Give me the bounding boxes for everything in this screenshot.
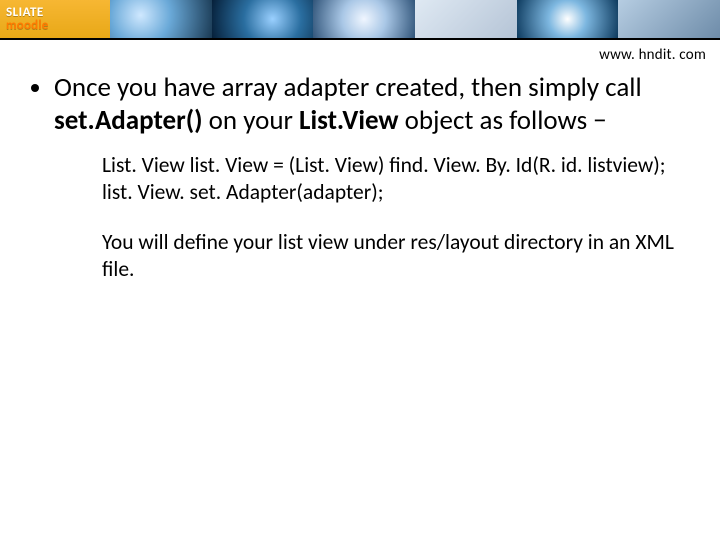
bullet-item: Once you have array adapter created, the… — [54, 72, 692, 138]
logo-text: SLIATE moodle — [6, 6, 48, 32]
collage-tile — [618, 0, 720, 38]
code-block: List. View list. View = (List. View) fin… — [102, 152, 692, 207]
collage-tile — [415, 0, 517, 38]
slide: SLIATE moodle www. hndit. com Once you h… — [0, 0, 720, 540]
bullet-bold-listview: List.View — [299, 104, 398, 137]
bullet-bold-setadapter: set.Adapter() — [54, 104, 203, 137]
code-line-2: list. View. set. Adapter(adapter); — [102, 179, 692, 207]
collage-tile — [212, 0, 314, 38]
bullet-list: Once you have array adapter created, the… — [28, 72, 692, 138]
logo-block: SLIATE moodle — [0, 0, 110, 38]
collage-tile — [313, 0, 415, 38]
bullet-text-pre: Once you have array adapter created, the… — [54, 71, 642, 104]
header-banner: SLIATE moodle — [0, 0, 720, 40]
logo-bottom: moodle — [6, 19, 48, 32]
description-text: You will define your list view under res… — [102, 229, 692, 284]
collage-tile — [110, 0, 212, 38]
bullet-text-mid: on your — [203, 104, 299, 137]
header-collage — [110, 0, 720, 38]
code-line-1: List. View list. View = (List. View) fin… — [102, 152, 692, 180]
source-url: www. hndit. com — [0, 40, 720, 64]
content-area: Once you have array adapter created, the… — [0, 64, 720, 284]
collage-tile — [517, 0, 619, 38]
bullet-text-post: object as follows − — [399, 104, 607, 137]
